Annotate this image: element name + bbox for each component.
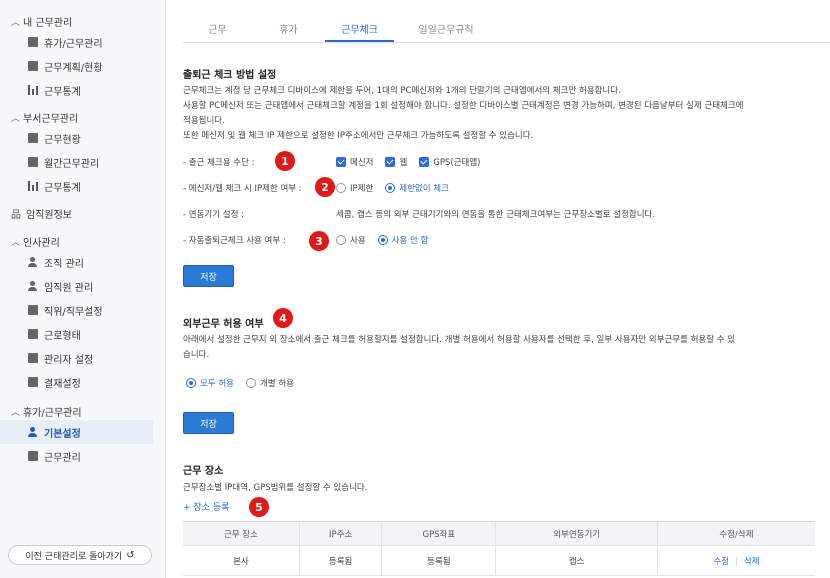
tab-leave[interactable]: 휴가 xyxy=(254,19,323,42)
no-restrict-radio[interactable]: 제한없이 체크 xyxy=(385,182,449,194)
sidebar-item-work-type[interactable]: 근로형태 xyxy=(0,322,165,346)
cell-gps: 등록됨 xyxy=(381,545,496,576)
users-icon xyxy=(28,257,38,267)
callout-badge-2: 2 xyxy=(315,177,335,197)
sidebar-section-hr[interactable]: ︿ 인사관리 xyxy=(0,232,165,250)
table-row: 본사 등록됨 등록됨 캡스 수정 | 삭제 xyxy=(183,545,815,576)
sidebar-item-approval[interactable]: 결재설정 xyxy=(0,370,165,394)
section-desc-external-work: 아래에서 설정한 근무지 외 장소에서 출근 체크를 허용할지를 설정합니다. … xyxy=(183,335,736,360)
save-button-check-method[interactable]: 저장 xyxy=(183,265,234,287)
chevron-up-icon: ︿ xyxy=(11,407,21,418)
tab-bar: 근무 휴가 근무체크 일일근무규칙 xyxy=(183,19,830,43)
chevron-up-icon: ︿ xyxy=(11,17,21,28)
id-card-icon xyxy=(28,305,38,315)
users-icon xyxy=(28,427,38,437)
work-place-table: 근무 장소 IP주소 GPS좌표 외부연동기기 수정/삭제 본사 등록됨 등록됨… xyxy=(183,521,815,576)
section-title-external-work: 외부근무 허용 여부 xyxy=(183,319,264,330)
auto-not-use-radio[interactable]: 사용 안 함 xyxy=(377,234,428,246)
add-place-link[interactable]: + 장소 등록 xyxy=(183,500,229,513)
sidebar-item-employees[interactable]: 임직원 관리 xyxy=(0,274,165,298)
table-header-row: 근무 장소 IP주소 GPS좌표 외부연동기기 수정/삭제 xyxy=(183,521,815,546)
sidebar: ︿ 내 근무관리 휴가/근무관리 근무계획/현황 근무통계 ︿ 부서근무관리 근무현… xyxy=(0,0,166,578)
calendar-grid-icon xyxy=(28,133,38,143)
cell-ip: 등록됨 xyxy=(298,545,382,576)
cell-actions: 수정 | 삭제 xyxy=(657,545,815,576)
ip-restrict-radio[interactable]: IP제한 xyxy=(336,182,373,194)
calendar-icon xyxy=(28,329,38,339)
tab-work-check[interactable]: 근무체크 xyxy=(325,19,394,42)
sidebar-section-my-work[interactable]: ︿ 내 근무관리 xyxy=(0,12,165,30)
check-calendar-icon xyxy=(28,451,38,461)
sidebar-item-org[interactable]: 조직 관리 xyxy=(0,250,165,274)
sidebar-item-admin[interactable]: 관리자 설정 xyxy=(0,346,165,370)
user-icon xyxy=(28,281,38,291)
col-header-ip: IP주소 xyxy=(298,521,382,546)
tab-work[interactable]: 근무 xyxy=(183,19,252,42)
cell-device: 캡스 xyxy=(495,545,658,576)
bar-chart-icon xyxy=(28,85,38,95)
sidebar-item-work-status[interactable]: 근무현황 xyxy=(0,126,165,150)
col-header-place: 근무 장소 xyxy=(183,521,300,546)
delete-link[interactable]: 삭제 xyxy=(744,557,760,567)
section-title-check-method: 출퇴근 체크 방법 설정 xyxy=(183,70,277,81)
col-header-actions: 수정/삭제 xyxy=(657,521,815,546)
sidebar-item-monthly-work[interactable]: 월간근무관리 xyxy=(0,150,165,174)
auto-use-radio[interactable]: 사용 xyxy=(336,234,366,246)
allow-all-radio[interactable]: 모두 허용 xyxy=(186,377,234,389)
col-header-gps: GPS좌표 xyxy=(381,521,496,546)
section-title-work-place: 근무 장소 xyxy=(183,466,224,477)
bar-chart-icon xyxy=(28,181,38,191)
rotate-left-icon: ↺ xyxy=(126,549,135,561)
web-checkbox[interactable]: 웹 xyxy=(385,156,407,168)
sidebar-item-positions[interactable]: 직위/직무설정 xyxy=(0,298,165,322)
section-desc-check-method: 근무체크는 계정 당 근무체크 디바이스에 제한을 두어, 1대의 PC메신저와… xyxy=(183,86,744,141)
sidebar-item-work-manage[interactable]: 근무관리 xyxy=(0,444,165,468)
row-check-method: - 출근 체크용 수단 : 메신저 웹 GPS(근태앱) xyxy=(183,156,481,168)
back-to-old-attendance-button[interactable]: 이전 근태관리로 돌아가기 ↺ xyxy=(8,545,152,565)
document-icon xyxy=(28,377,38,387)
sidebar-item-work-stats[interactable]: 근무통계 xyxy=(0,78,165,102)
section-desc-work-place: 근무장소별 IP대역, GPS범위를 설정할 수 있습니다. xyxy=(183,483,368,493)
sidebar-item-leave-work[interactable]: 휴가/근무관리 xyxy=(0,30,165,54)
col-header-device: 외부연동기기 xyxy=(495,521,658,546)
calendar-icon xyxy=(28,37,38,47)
row-linked-device: - 연동기기 설정 : 세콤, 캡스 등의 외부 근태기기와의 연동을 통한 근… xyxy=(183,210,656,220)
calendar-grid-icon xyxy=(28,61,38,71)
sidebar-item-dept-stats[interactable]: 근무통계 xyxy=(0,174,165,198)
edit-icon xyxy=(28,157,38,167)
org-chart-icon: 品 xyxy=(11,209,21,221)
callout-badge-3: 3 xyxy=(309,231,329,251)
sidebar-section-employee-info[interactable]: 品 임직원정보 xyxy=(0,204,165,222)
sidebar-section-dept-work[interactable]: ︿ 부서근무관리 xyxy=(0,108,165,126)
callout-badge-4: 4 xyxy=(273,308,293,328)
gps-checkbox[interactable]: GPS(근태앱) xyxy=(419,156,481,168)
sidebar-section-leave[interactable]: ︿ 휴가/근무관리 xyxy=(0,402,165,420)
main-content: 근무 휴가 근무체크 일일근무규칙 출퇴근 체크 방법 설정 근무체크는 계정 … xyxy=(167,0,830,578)
save-button-external-work[interactable]: 저장 xyxy=(183,412,234,434)
chevron-up-icon: ︿ xyxy=(11,237,21,248)
allow-individual-radio[interactable]: 개별 허용 xyxy=(245,377,294,389)
callout-badge-5: 5 xyxy=(249,497,269,517)
sidebar-item-basic-settings[interactable]: 기본설정 xyxy=(0,420,153,444)
admin-icon xyxy=(28,353,38,363)
cell-place: 본사 xyxy=(183,545,300,576)
chevron-up-icon: ︿ xyxy=(11,113,21,124)
callout-badge-1: 1 xyxy=(275,151,295,171)
tab-daily-rules[interactable]: 일일근무규칙 xyxy=(396,19,496,42)
messenger-checkbox[interactable]: 메신저 xyxy=(336,156,373,168)
edit-link[interactable]: 수정 xyxy=(713,557,729,567)
divider: | xyxy=(735,556,738,567)
sidebar-item-work-plan[interactable]: 근무계획/현황 xyxy=(0,54,165,78)
row-external-allow: 모두 허용 개별 허용 xyxy=(186,375,306,391)
